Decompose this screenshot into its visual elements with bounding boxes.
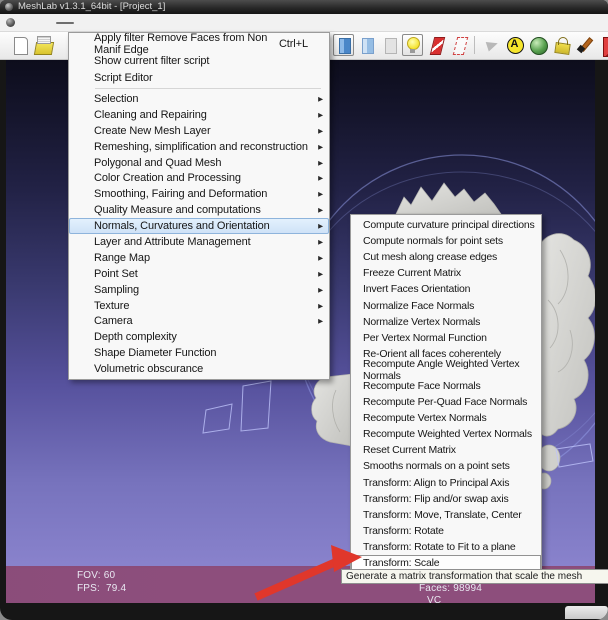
submenu-arrow-icon: ▶ [318, 175, 323, 183]
submenu-arrow-icon: ▶ [318, 111, 323, 119]
submenu-arrow-icon: ▶ [318, 223, 323, 231]
submenu-item[interactable]: Smooths normals on a point sets [351, 458, 541, 474]
submenu-item[interactable]: Recompute Face Normals [351, 378, 541, 394]
submenu-item[interactable]: Cut mesh along crease edges [351, 249, 541, 265]
open-project-icon[interactable] [32, 34, 53, 56]
filters-menu-item[interactable]: Depth complexity ▶ [69, 329, 329, 345]
filters-menu-item[interactable]: Point Set ▶ [69, 266, 329, 282]
submenu-item[interactable]: Transform: Align to Principal Axis [351, 475, 541, 491]
submenu-item[interactable]: Reset Current Matrix [351, 442, 541, 458]
filters-menu-item[interactable]: Sampling ▶ [69, 282, 329, 298]
submenu-arrow-icon: ▶ [318, 207, 323, 215]
submenu-arrow-icon: ▶ [318, 286, 323, 294]
filters-menu-item[interactable]: Quality Measure and computations ▶ [69, 202, 329, 218]
filters-menu-item[interactable]: Normals, Curvatures and Orientation ▶ [69, 218, 329, 235]
submenu-arrow-icon: ▶ [318, 95, 323, 103]
new-project-icon[interactable] [9, 34, 30, 56]
filters-menu-item[interactable]: Camera ▶ [69, 313, 329, 329]
submenu-arrow-icon: ▶ [318, 318, 323, 326]
submenu-item[interactable]: Transform: Rotate to Fit to a plane [351, 539, 541, 555]
filters-menu-item[interactable]: Color Creation and Processing ▶ [69, 170, 329, 186]
submenu-item[interactable]: Normalize Vertex Normals [351, 314, 541, 330]
normals-submenu-popup: Compute curvature principal directions C… [350, 214, 542, 575]
filters-menu-item[interactable]: Apply filter Remove Faces from Non Manif… [69, 32, 329, 56]
submenu-item[interactable]: Compute curvature principal directions [351, 217, 541, 233]
menu-help[interactable] [146, 22, 164, 24]
menu-filters[interactable] [56, 21, 74, 24]
ambient-light-icon[interactable]: A [504, 34, 525, 56]
cursor-icon[interactable] [481, 34, 502, 56]
submenu-arrow-icon: ▶ [318, 143, 323, 151]
toolbar-separator[interactable] [471, 34, 479, 56]
submenu-arrow-icon: ▶ [318, 302, 323, 310]
menu-view[interactable] [92, 22, 110, 24]
toolbar-group-right: A [332, 33, 608, 57]
layer-dialog-icon[interactable] [333, 34, 354, 56]
light-toggle-icon[interactable] [402, 34, 423, 56]
filters-menu-item[interactable]: Remeshing, simplification and reconstruc… [69, 139, 329, 155]
wire-shading-icon[interactable] [448, 34, 469, 56]
panel-disabled-icon[interactable] [379, 34, 400, 56]
submenu-item[interactable]: Freeze Current Matrix [351, 265, 541, 281]
hud-vc: VC [427, 595, 442, 606]
submenu-arrow-icon: ▶ [318, 238, 323, 246]
meshlab-menu-icon [6, 18, 15, 27]
submenu-item[interactable]: Transform: Flip and/or swap axis [351, 491, 541, 507]
submenu-arrow-icon: ▶ [318, 127, 323, 135]
titlebar[interactable]: MeshLab v1.3.1_64bit - [Project_1] [0, 0, 608, 14]
paintbrush-icon[interactable] [573, 34, 594, 56]
submenu-arrow-icon: ▶ [318, 254, 323, 262]
filters-menu-item[interactable]: Create New Mesh Layer ▶ [69, 123, 329, 139]
menu-tools[interactable] [128, 22, 146, 24]
submenu-arrow-icon: ▶ [318, 270, 323, 278]
filters-menu-item[interactable]: Polygonal and Quad Mesh ▶ [69, 155, 329, 171]
submenu-item[interactable]: Invert Faces Orientation [351, 281, 541, 297]
filters-menu-item[interactable]: Selection ▶ [69, 91, 329, 107]
hud-fps: FPS: 79.4 [77, 583, 127, 594]
filters-menu-item[interactable]: Layer and Attribute Management ▶ [69, 234, 329, 250]
filters-menu-item[interactable]: Show current filter script ▶ [69, 52, 329, 69]
filters-menu-item[interactable]: Range Map ▶ [69, 250, 329, 266]
tooltip: Generate a matrix transformation that sc… [341, 569, 608, 584]
window-title: MeshLab v1.3.1_64bit - [Project_1] [18, 1, 166, 12]
resize-grip[interactable] [565, 606, 608, 619]
submenu-item[interactable]: Recompute Weighted Vertex Normals [351, 426, 541, 442]
menu-file[interactable] [20, 22, 38, 24]
hud-fov: FOV: 60 [77, 570, 116, 581]
paint-bucket-icon[interactable] [550, 34, 571, 56]
submenu-arrow-icon: ▶ [318, 191, 323, 199]
menu-windows[interactable] [110, 22, 128, 24]
submenu-item[interactable]: Recompute Per-Quad Face Normals [351, 394, 541, 410]
filters-menu-item[interactable]: Smoothing, Fairing and Deformation ▶ [69, 186, 329, 202]
submenu-item[interactable]: Recompute Angle Weighted Vertex Normals [351, 358, 541, 382]
menu-edit[interactable] [38, 22, 56, 24]
filters-menu-item[interactable]: Volumetric obscurance ▶ [69, 361, 329, 377]
submenu-item[interactable]: Transform: Rotate [351, 523, 541, 539]
filters-menu-item[interactable]: Cleaning and Repairing ▶ [69, 107, 329, 123]
meshlab-window: MeshLab v1.3.1_64bit - [Project_1] A FOV… [0, 0, 608, 620]
texture-sphere-icon[interactable] [527, 34, 548, 56]
filters-menu-item[interactable]: Script Editor ▶ [69, 69, 329, 86]
submenu-item[interactable]: Per Vertex Normal Function [351, 330, 541, 346]
menu-render[interactable] [74, 22, 92, 24]
submenu-item[interactable]: Normalize Face Normals [351, 297, 541, 313]
menubar [0, 14, 608, 32]
filters-menu-item[interactable]: Shape Diameter Function ▶ [69, 345, 329, 361]
toolbar-group-left [8, 33, 54, 57]
submenu-arrow-icon: ▶ [318, 159, 323, 167]
submenu-item[interactable]: Transform: Move, Translate, Center [351, 507, 541, 523]
filters-menu-item[interactable]: ▶ [95, 88, 321, 89]
submenu-item[interactable]: Recompute Vertex Normals [351, 410, 541, 426]
flat-shading-icon[interactable] [425, 34, 446, 56]
submenu-item[interactable]: Compute normals for point sets [351, 233, 541, 249]
meshlab-logo-icon [5, 3, 13, 11]
hud-faces: Faces: 98994 [419, 583, 482, 594]
panel-light-icon[interactable] [356, 34, 377, 56]
clipped-red-icon[interactable] [596, 34, 608, 57]
filters-menu-popup: Apply filter Remove Faces from Non Manif… [68, 32, 330, 381]
filters-menu-item[interactable]: Texture ▶ [69, 298, 329, 314]
